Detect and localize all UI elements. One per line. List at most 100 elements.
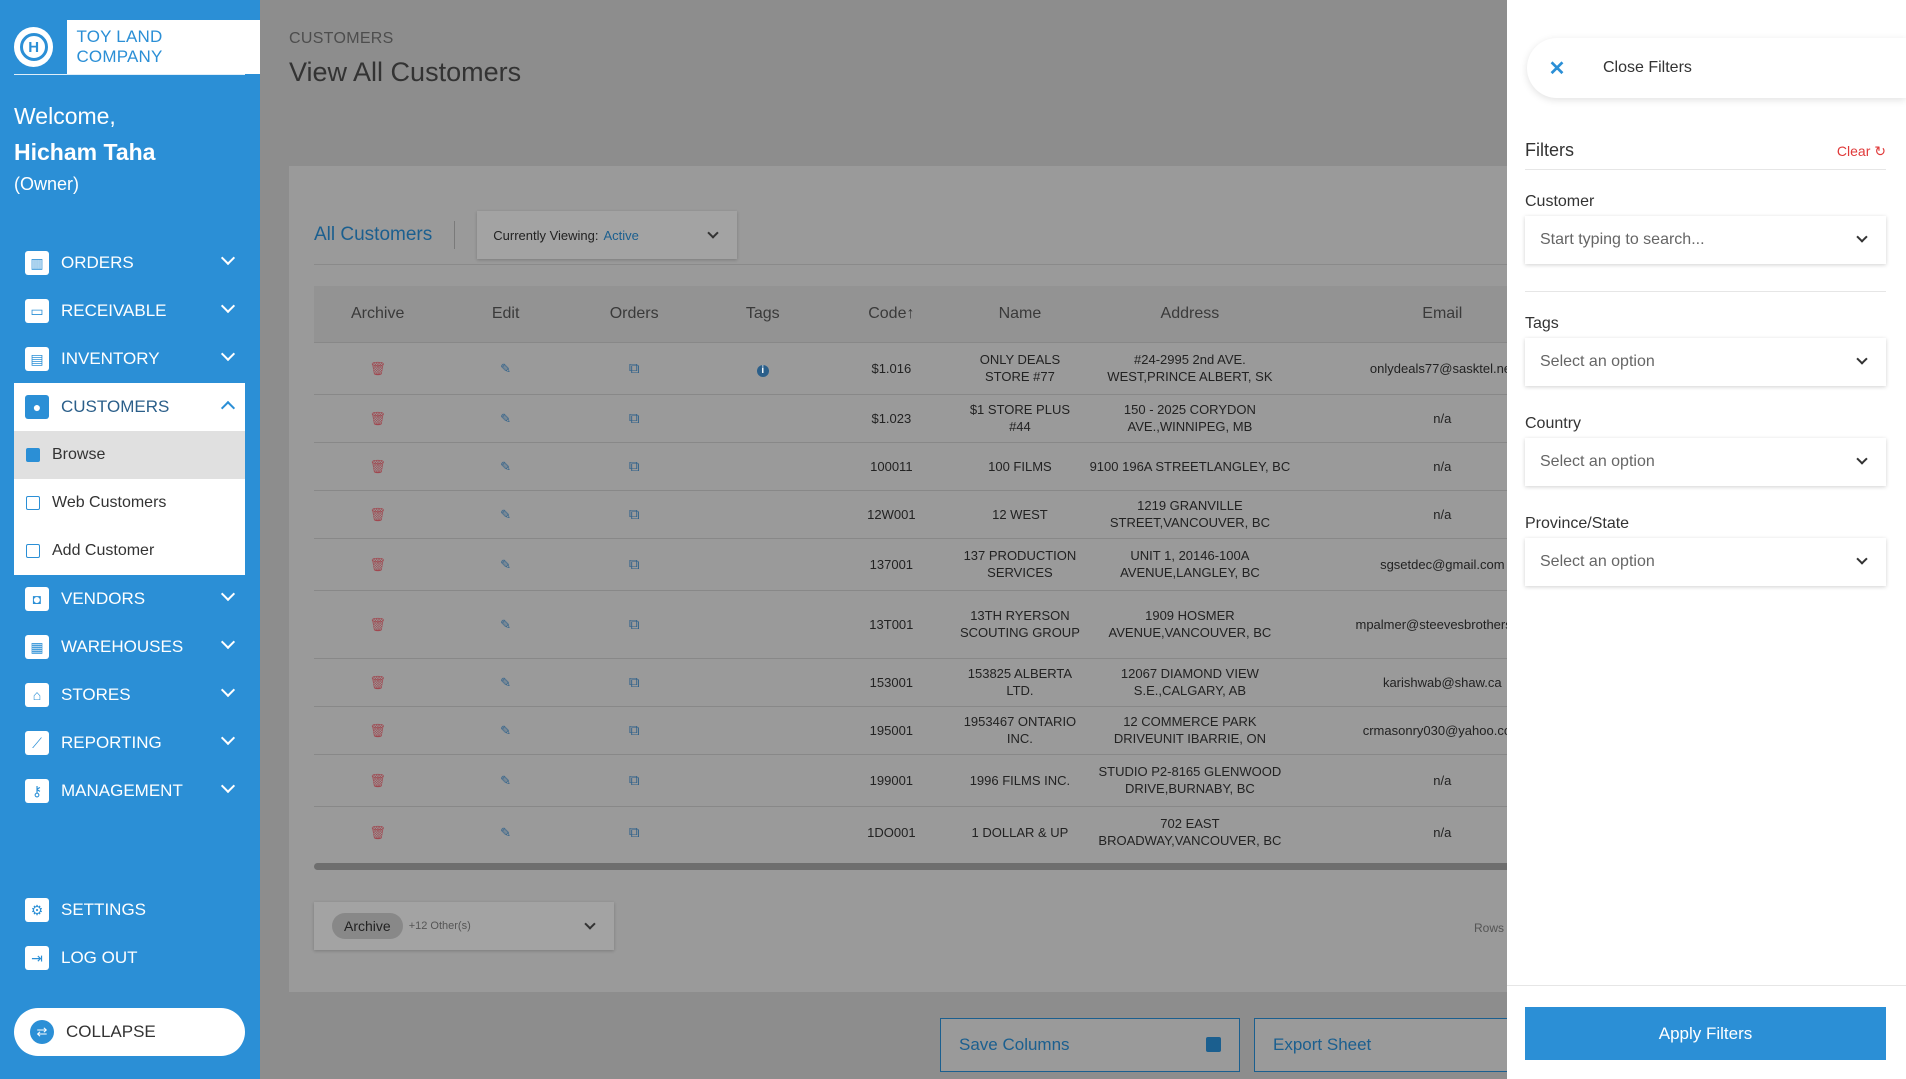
save-icon: [1206, 1037, 1221, 1052]
edit-cell: ✎: [441, 441, 570, 490]
col-name[interactable]: Name: [955, 286, 1085, 342]
all-customers-tab[interactable]: All Customers: [314, 224, 432, 246]
apply-filters-button[interactable]: Apply Filters: [1525, 1007, 1886, 1060]
nav-customers[interactable]: ● CUSTOMERS: [14, 383, 245, 431]
pencil-icon[interactable]: ✎: [500, 773, 511, 788]
edit-cell: ✎: [441, 589, 570, 658]
address-cell: 1909 HOSMER AVENUE,VANCOUVER, BC: [1084, 589, 1296, 658]
province-select[interactable]: Select an option: [1525, 538, 1886, 586]
welcome-block: Welcome, Hicham Taha (Owner): [14, 98, 155, 198]
table-row: 🗑 ✎ ⧉ 12W001 12 WEST 1219 GRANVILLE STREET,VA…: [314, 489, 1589, 538]
tags-cell: [698, 441, 828, 490]
col-edit: Edit: [441, 286, 570, 342]
tags-select[interactable]: Select an option: [1525, 338, 1886, 386]
credit-card-icon: ▭: [25, 299, 49, 323]
trash-icon[interactable]: 🗑: [369, 773, 386, 788]
save-columns-label: Save Columns: [959, 1035, 1070, 1054]
external-link-icon[interactable]: ⧉: [629, 458, 640, 475]
archive-cell: 🗑: [314, 589, 442, 658]
nav-management[interactable]: ⚷ MANAGEMENT: [14, 767, 245, 815]
subnav-add-customer[interactable]: Add Customer: [14, 527, 245, 575]
orders-cell: ⧉: [569, 753, 699, 806]
clear-filters-button[interactable]: Clear ↻: [1837, 143, 1886, 160]
breadcrumb[interactable]: CUSTOMERS: [289, 30, 394, 48]
trash-icon[interactable]: 🗑: [369, 361, 386, 376]
pencil-icon[interactable]: ✎: [500, 723, 511, 738]
trash-icon[interactable]: 🗑: [369, 617, 386, 632]
external-link-icon[interactable]: ⧉: [629, 616, 640, 633]
subnav-browse[interactable]: Browse: [14, 431, 245, 479]
country-select[interactable]: Select an option: [1525, 438, 1886, 486]
chevron-down-icon: [220, 250, 236, 266]
nav-settings[interactable]: ⚙ SETTINGS: [14, 886, 245, 934]
pencil-icon[interactable]: ✎: [500, 459, 511, 474]
trash-icon[interactable]: 🗑: [369, 723, 386, 738]
pencil-icon[interactable]: ✎: [500, 411, 511, 426]
edit-cell: ✎: [441, 705, 570, 754]
nav-warehouses[interactable]: ▦ WAREHOUSES: [14, 623, 245, 671]
nav-orders[interactable]: ▥ ORDERS: [14, 239, 245, 287]
orders-cell: ⧉: [569, 393, 699, 442]
logo[interactable]: H: [14, 27, 54, 67]
external-link-icon[interactable]: ⧉: [629, 360, 640, 377]
collapse-button[interactable]: ⇄ COLLAPSE: [14, 1008, 245, 1056]
external-link-icon[interactable]: ⧉: [629, 674, 640, 691]
external-link-icon[interactable]: ⧉: [629, 772, 640, 789]
column-chip[interactable]: Archive: [332, 913, 403, 939]
close-filters-button[interactable]: ✕ Close Filters: [1527, 38, 1906, 98]
nav-vendors[interactable]: ◘ VENDORS: [14, 575, 245, 623]
columns-select[interactable]: Archive +12 Other(s): [314, 902, 614, 950]
nav-reporting[interactable]: ⟋ REPORTING: [14, 719, 245, 767]
external-link-icon[interactable]: ⧉: [629, 506, 640, 523]
nav-label: WAREHOUSES: [61, 637, 184, 656]
customer-search-input[interactable]: Start typing to search...: [1525, 216, 1886, 264]
chevron-down-icon: [220, 298, 236, 314]
viewing-select[interactable]: Currently Viewing: Active: [477, 211, 738, 259]
pencil-icon[interactable]: ✎: [500, 557, 511, 572]
external-link-icon[interactable]: ⧉: [629, 824, 640, 841]
nav-logout[interactable]: ⇥ LOG OUT: [14, 934, 245, 982]
nav-label: RECEIVABLE: [61, 301, 167, 320]
col-code[interactable]: Code↑: [827, 286, 956, 342]
name-cell: 1 DOLLAR & UP: [955, 805, 1085, 858]
country-placeholder: Select an option: [1540, 453, 1655, 470]
name-cell: ONLY DEALS STORE #77: [955, 341, 1085, 394]
save-columns-button[interactable]: Save Columns: [940, 1018, 1240, 1072]
table-row: 🗑 ✎ ⧉ 1DO001 1 DOLLAR & UP 702 EAST BROADWAY,…: [314, 805, 1589, 858]
external-link-icon[interactable]: ⧉: [629, 556, 640, 573]
company-name[interactable]: TOY LAND COMPANY: [67, 20, 260, 74]
trash-icon[interactable]: 🗑: [369, 459, 386, 474]
pencil-icon[interactable]: ✎: [500, 617, 511, 632]
external-link-icon[interactable]: ⧉: [629, 722, 640, 739]
export-sheet-label: Export Sheet: [1273, 1035, 1372, 1054]
code-cell: $1.016: [827, 341, 956, 394]
pencil-icon[interactable]: ✎: [500, 825, 511, 840]
subnav-web-customers[interactable]: Web Customers: [14, 479, 245, 527]
sort-arrow-up-icon: ↑: [906, 304, 915, 322]
nav-stores[interactable]: ⌂ STORES: [14, 671, 245, 719]
pencil-icon[interactable]: ✎: [500, 675, 511, 690]
tags-cell: [698, 393, 828, 442]
trash-icon[interactable]: 🗑: [369, 675, 386, 690]
chevron-down-icon: [1856, 231, 1868, 243]
address-cell: 12 COMMERCE PARK DRIVEUNIT IBARRIE, ON: [1084, 705, 1296, 754]
chevron-up-icon: [220, 400, 236, 416]
orders-cell: ⧉: [569, 657, 699, 706]
tags-cell: i: [698, 341, 828, 394]
pencil-icon[interactable]: ✎: [500, 361, 511, 376]
country-filter-label: Country: [1525, 415, 1582, 432]
nav-inventory[interactable]: ▤ INVENTORY: [14, 335, 245, 383]
horizontal-scrollbar[interactable]: [314, 863, 1589, 870]
nav-receivable[interactable]: ▭ RECEIVABLE: [14, 287, 245, 335]
trash-icon[interactable]: 🗑: [369, 825, 386, 840]
name-cell: $1 STORE PLUS #44: [955, 393, 1085, 442]
nav-label: CUSTOMERS: [61, 397, 170, 416]
trash-icon[interactable]: 🗑: [369, 507, 386, 522]
pencil-icon[interactable]: ✎: [500, 507, 511, 522]
trash-icon[interactable]: 🗑: [369, 411, 386, 426]
external-link-icon[interactable]: ⧉: [629, 410, 640, 427]
info-icon[interactable]: i: [756, 364, 769, 377]
col-address[interactable]: Address: [1084, 286, 1296, 342]
trash-icon[interactable]: 🗑: [369, 557, 386, 572]
nav-label: STORES: [61, 685, 131, 704]
